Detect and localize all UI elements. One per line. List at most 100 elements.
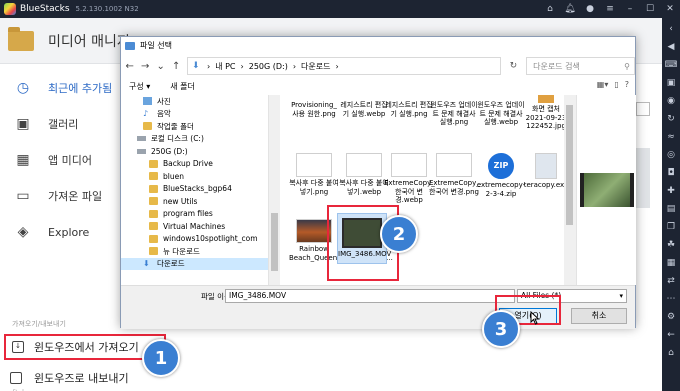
file-name: 윈도우즈 업데이트 문제 해결사 실행.webp [477,101,525,126]
rotate-icon[interactable]: ↻ [664,112,678,126]
preview-pane [576,95,636,285]
refresh-icon[interactable]: ↻ [507,61,520,71]
new-folder-button[interactable]: 새 폴더 [170,81,195,92]
tree-item-label: new Utils [163,196,198,206]
file-name: 레지스트리 편집기 실행.png [385,101,433,118]
view-mode-icon[interactable]: ▦▾ [597,80,609,89]
tree-item[interactable]: new Utils [121,195,268,208]
tree-item[interactable]: program files [121,208,268,221]
menu-icon[interactable]: ≡ [604,4,616,14]
file-item[interactable]: 레지스트리 편집기 실행.webp [339,101,389,118]
file-name: 복사후 다중 붙여 넣기.png [289,179,339,196]
minimize-icon[interactable]: – [624,4,636,14]
gamepad-icon[interactable]: ✚ [664,184,678,198]
file-item[interactable]: 윈도우즈 업데이트 문제 해결사 실행.png [429,101,479,127]
tree-item[interactable]: 작업줄 폴더 [121,120,268,133]
up-arrow-icon[interactable]: ↑ [172,61,182,72]
tree-item[interactable]: 250G (D:) [121,145,268,158]
select-checkbox[interactable] [636,102,650,116]
file-item[interactable]: Provisioning_사용 원한.png [289,101,339,118]
camera-icon[interactable]: ◘ [664,166,678,180]
tree-item[interactable]: 로컬 디스크 (C:) [121,133,268,146]
export-to-windows-button[interactable]: 윈도우즈로 내보내기 [10,368,129,388]
step-marker-3: 3 [482,310,520,348]
file-item[interactable]: 윈도우즈 업데이트 문제 해결사 실행.webp [476,101,526,127]
file-item[interactable]: 레지스트리 편집기 실행.png [384,101,434,118]
breadcrumb-drive[interactable]: 250G (D:) [249,62,288,71]
file-item[interactable]: ExtremeCopy_한국어 변경.png [429,153,480,196]
location-icon[interactable]: ◎ [664,148,678,162]
nav-recently-added[interactable]: ◷ 최근에 추가됨 [0,70,120,106]
scrollbar-thumb[interactable] [566,105,573,225]
back-icon[interactable]: ← [664,328,678,342]
close-icon[interactable]: ✕ [664,4,676,14]
nav-label: Explore [48,225,90,239]
screenshot-icon[interactable]: ▣ [664,76,678,90]
file-item[interactable]: 복사후 다중 붙여 넣기.webp [339,153,389,196]
expand-icon[interactable]: ‹ [664,22,678,36]
nav-app-media[interactable]: ▦ 앱 미디어 [0,142,120,178]
address-bar[interactable]: ⬇ › 내 PC › 250G (D:) › 다운로드 › [187,57,501,75]
nav-gallery[interactable]: ▣ 갤러리 [0,106,120,142]
eco-icon[interactable]: ☘ [664,238,678,252]
scrollbar-thumb[interactable] [271,213,278,271]
organize-button[interactable]: 구성 ▾ [129,81,150,92]
tree-item[interactable]: Virtual Machines [121,220,268,233]
account-icon[interactable]: ● [584,4,596,14]
breadcrumb-downloads[interactable]: 다운로드 [301,61,330,72]
forward-arrow-icon[interactable]: → [141,61,151,72]
home-nav-icon[interactable]: ⌂ [664,346,678,360]
help-icon[interactable]: ? [625,80,629,89]
drive-icon [137,148,146,154]
record-icon[interactable]: ◉ [664,94,678,108]
filename-input[interactable]: IMG_3486.MOV [225,289,515,303]
multi-instance-icon[interactable]: ❐ [664,220,678,234]
shake-icon[interactable]: ≈ [664,130,678,144]
nav-label: 가져온 파일 [48,190,103,203]
file-name: ExtremeCopy_한국어 변경.webp [384,179,435,204]
keyboard-icon[interactable]: ⌨ [664,58,678,72]
volume-icon[interactable]: ◀︎ [664,40,678,54]
sync-icon[interactable]: ⇄ [664,274,678,288]
tree-item-label: 로컬 디스크 (C:) [151,134,204,144]
more-icon[interactable]: ⋯ [664,292,678,306]
restore-icon[interactable]: ☐ [644,4,656,14]
tree-item-label: 250G (D:) [151,146,188,156]
tree-item-label: program files [163,209,213,219]
file-list-scrollbar[interactable] [564,95,576,285]
tree-item[interactable]: 사진 [121,95,268,108]
tree-item[interactable]: BlueStacks_bgp64 [121,183,268,196]
download-icon: ⬇ [192,61,200,71]
tree-item-label: 다운로드 [157,259,185,269]
recent-chevron-icon[interactable]: ⌄ [156,61,166,72]
tree-item-downloads[interactable]: ⬇ 다운로드 [121,257,268,270]
tree-item-label: Backup Drive [163,159,213,169]
home-icon[interactable]: ⌂ [544,4,556,14]
bell-icon[interactable]: 🔔︎ [564,4,576,14]
tree-scrollbar[interactable] [268,95,280,285]
file-item[interactable]: ZIP extremecopy-2-3-4.zip [476,153,526,198]
tree-item[interactable]: 뉴 다운로드 [121,245,268,258]
breadcrumb-this-pc[interactable]: 내 PC [215,61,235,72]
tree-item[interactable]: Backup Drive [121,158,268,171]
macro-icon[interactable]: ▤ [664,202,678,216]
file-thumbnail [436,153,472,177]
tree-item[interactable]: windows10spotlight_com [121,233,268,246]
media-icon[interactable]: ▦ [664,256,678,270]
file-item[interactable]: ExtremeCopy_한국어 변경.webp [384,153,435,205]
preview-pane-icon[interactable]: ▯ [614,80,618,89]
folder-icon [149,209,158,218]
file-item[interactable]: 복사후 다중 붙여 넣기.png [289,153,339,196]
tree-item[interactable]: bluen [121,170,268,183]
bluestacks-logo-icon [4,3,16,15]
bluestacks-titlebar: BlueStacks 5.2.130.1002 N32 ⌂ 🔔︎ ● ≡ – ☐… [0,0,680,18]
cancel-button[interactable]: 취소 [571,308,627,324]
settings-icon[interactable]: ⚙ [664,310,678,324]
back-arrow-icon[interactable]: ← [125,61,135,72]
tree-item-label: 작업줄 폴더 [157,121,194,131]
step-marker-1: 1 [142,339,180,377]
nav-explore[interactable]: ◈ Explore [0,214,120,250]
tree-item[interactable]: ♪ 음악 [121,108,268,121]
search-input[interactable]: 다운로드 검색 ⚲ [526,57,635,75]
nav-imported-files[interactable]: ▭ 가져온 파일 [0,178,120,214]
